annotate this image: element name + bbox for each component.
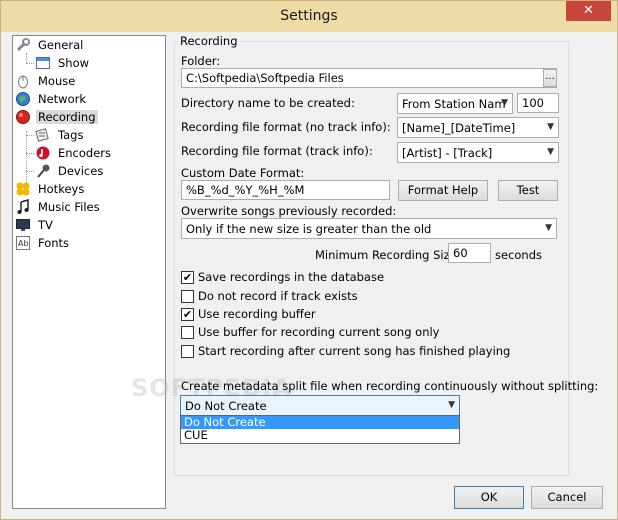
buffer-current-song-checkbox[interactable]: Use buffer for recording current song on…: [181, 325, 440, 339]
format-track-label: Recording file format (track info):: [181, 144, 373, 158]
date-format-label: Custom Date Format:: [181, 166, 305, 180]
checkbox-label: Do not record if track exists: [198, 289, 358, 303]
tree-label: Recording: [36, 110, 98, 124]
ok-button[interactable]: OK: [454, 486, 524, 509]
folder-input[interactable]: C:\Softpedia\Softpedia Files: [181, 68, 557, 88]
format-track-select[interactable]: [Artist] - [Track] ▼: [397, 142, 559, 163]
format-notrack-label: Recording file format (no track info):: [181, 120, 391, 134]
tree-item-fonts[interactable]: Ab Fonts: [15, 234, 71, 252]
tree-label: Tags: [58, 128, 84, 142]
cancel-button[interactable]: Cancel: [531, 486, 603, 509]
tree-label: Mouse: [38, 74, 76, 88]
tree-label: Fonts: [38, 236, 70, 250]
tree-item-music-files[interactable]: Music Files: [15, 198, 102, 216]
tree-label: Network: [38, 92, 87, 106]
split-file-select[interactable]: Do Not Create ▼: [180, 395, 460, 416]
min-size-label: Minimum Recording Size:: [315, 248, 461, 262]
date-format-input[interactable]: %B_%d_%Y_%H_%M: [181, 180, 390, 200]
globe-icon: [15, 91, 31, 107]
close-button[interactable]: ✕: [566, 1, 611, 21]
tree-label: Show: [58, 56, 90, 70]
window-title: Settings: [280, 8, 338, 24]
split-file-select-value: Do Not Create: [185, 399, 267, 413]
recording-group-title: Recording: [178, 34, 240, 48]
split-file-dropdown-list: Do Not Create CUE: [180, 415, 460, 444]
tree-item-tv[interactable]: TV: [15, 216, 55, 234]
dropdown-option-do-not-create[interactable]: Do Not Create: [181, 416, 459, 429]
dirname-select-value: From Station Nam: [402, 97, 506, 111]
tv-icon: [15, 217, 31, 233]
format-help-button[interactable]: Format Help: [398, 180, 488, 201]
tree-item-encoders[interactable]: Encoders: [35, 144, 113, 162]
settings-tree: General Show Mouse Network Recording Tag…: [12, 35, 166, 509]
fonts-icon: Ab: [15, 235, 31, 251]
format-notrack-value: [Name]_[DateTime]: [402, 121, 516, 135]
svg-text:Ab: Ab: [18, 239, 29, 248]
settings-client: General Show Mouse Network Recording Tag…: [9, 32, 609, 513]
tree-label: General: [38, 38, 84, 52]
tree-item-tags[interactable]: Tags: [35, 126, 85, 144]
format-notrack-select[interactable]: [Name]_[DateTime] ▼: [397, 117, 559, 138]
window-icon: [35, 55, 51, 71]
folder-label: Folder:: [181, 54, 221, 68]
dirname-number-input[interactable]: 100: [517, 93, 559, 113]
tree-item-general[interactable]: General: [15, 36, 85, 54]
hotkeys-icon: [15, 181, 31, 197]
tree-label: Devices: [58, 164, 104, 178]
checkbox-label: Save recordings in the database: [198, 270, 385, 284]
checkbox-box: [181, 344, 194, 358]
tree-item-network[interactable]: Network: [15, 90, 88, 108]
mouse-icon: [15, 73, 31, 89]
tree-item-recording[interactable]: Recording: [15, 108, 98, 126]
checkbox-box: [181, 289, 194, 303]
dirname-label: Directory name to be created:: [181, 96, 355, 110]
settings-window: Settings ✕ General Show Mouse Network Re…: [0, 0, 618, 520]
chevron-down-icon: ▼: [547, 147, 554, 157]
chevron-down-icon: ▼: [545, 223, 552, 233]
min-size-unit: seconds: [495, 248, 543, 262]
browse-folder-button[interactable]: ...: [543, 69, 557, 87]
tag-icon: [35, 127, 51, 143]
dirname-select[interactable]: From Station Nam ▼: [397, 93, 513, 114]
checkbox-label: Use recording buffer: [198, 307, 316, 321]
close-icon: ✕: [583, 3, 594, 18]
tree-label: Music Files: [38, 200, 100, 214]
overwrite-label: Overwrite songs previously recorded:: [181, 204, 397, 218]
tree-item-hotkeys[interactable]: Hotkeys: [15, 180, 86, 198]
tree-label: Encoders: [58, 146, 112, 160]
music-note-icon: [15, 199, 31, 215]
tree-label: TV: [38, 218, 53, 232]
use-buffer-checkbox[interactable]: ✔ Use recording buffer: [181, 307, 316, 321]
chevron-down-icon: ▼: [547, 122, 554, 132]
save-in-database-checkbox[interactable]: ✔ Save recordings in the database: [181, 270, 384, 284]
chevron-down-icon: ▼: [448, 400, 455, 410]
microphone-icon: [35, 163, 51, 179]
format-track-value: [Artist] - [Track]: [402, 146, 493, 160]
title-bar: Settings ✕: [1, 1, 617, 32]
record-icon: [15, 109, 31, 125]
dropdown-option-cue[interactable]: CUE: [181, 429, 459, 442]
checkbox-label: Start recording after current song has f…: [198, 344, 511, 358]
tree-item-devices[interactable]: Devices: [35, 162, 105, 180]
overwrite-select-value: Only if the new size is greater than the…: [186, 222, 432, 236]
checkbox-box: [181, 325, 194, 339]
tree-label: Hotkeys: [38, 182, 85, 196]
checkbox-label: Use buffer for recording current song on…: [198, 325, 440, 339]
music-disc-icon: [35, 145, 51, 161]
skip-existing-checkbox[interactable]: Do not record if track exists: [181, 289, 358, 303]
split-file-label: Create metadata split file when recordin…: [181, 379, 599, 393]
tree-item-mouse[interactable]: Mouse: [15, 72, 77, 90]
checkbox-box: ✔: [181, 270, 194, 284]
start-after-song-checkbox[interactable]: Start recording after current song has f…: [181, 344, 510, 358]
test-button[interactable]: Test: [498, 180, 558, 201]
min-size-input[interactable]: 60: [448, 243, 491, 263]
chevron-down-icon: ▼: [501, 98, 508, 108]
checkbox-box: ✔: [181, 307, 194, 321]
tree-item-show[interactable]: Show: [35, 54, 91, 72]
overwrite-select[interactable]: Only if the new size is greater than the…: [181, 218, 557, 239]
wrench-icon: [15, 37, 31, 53]
